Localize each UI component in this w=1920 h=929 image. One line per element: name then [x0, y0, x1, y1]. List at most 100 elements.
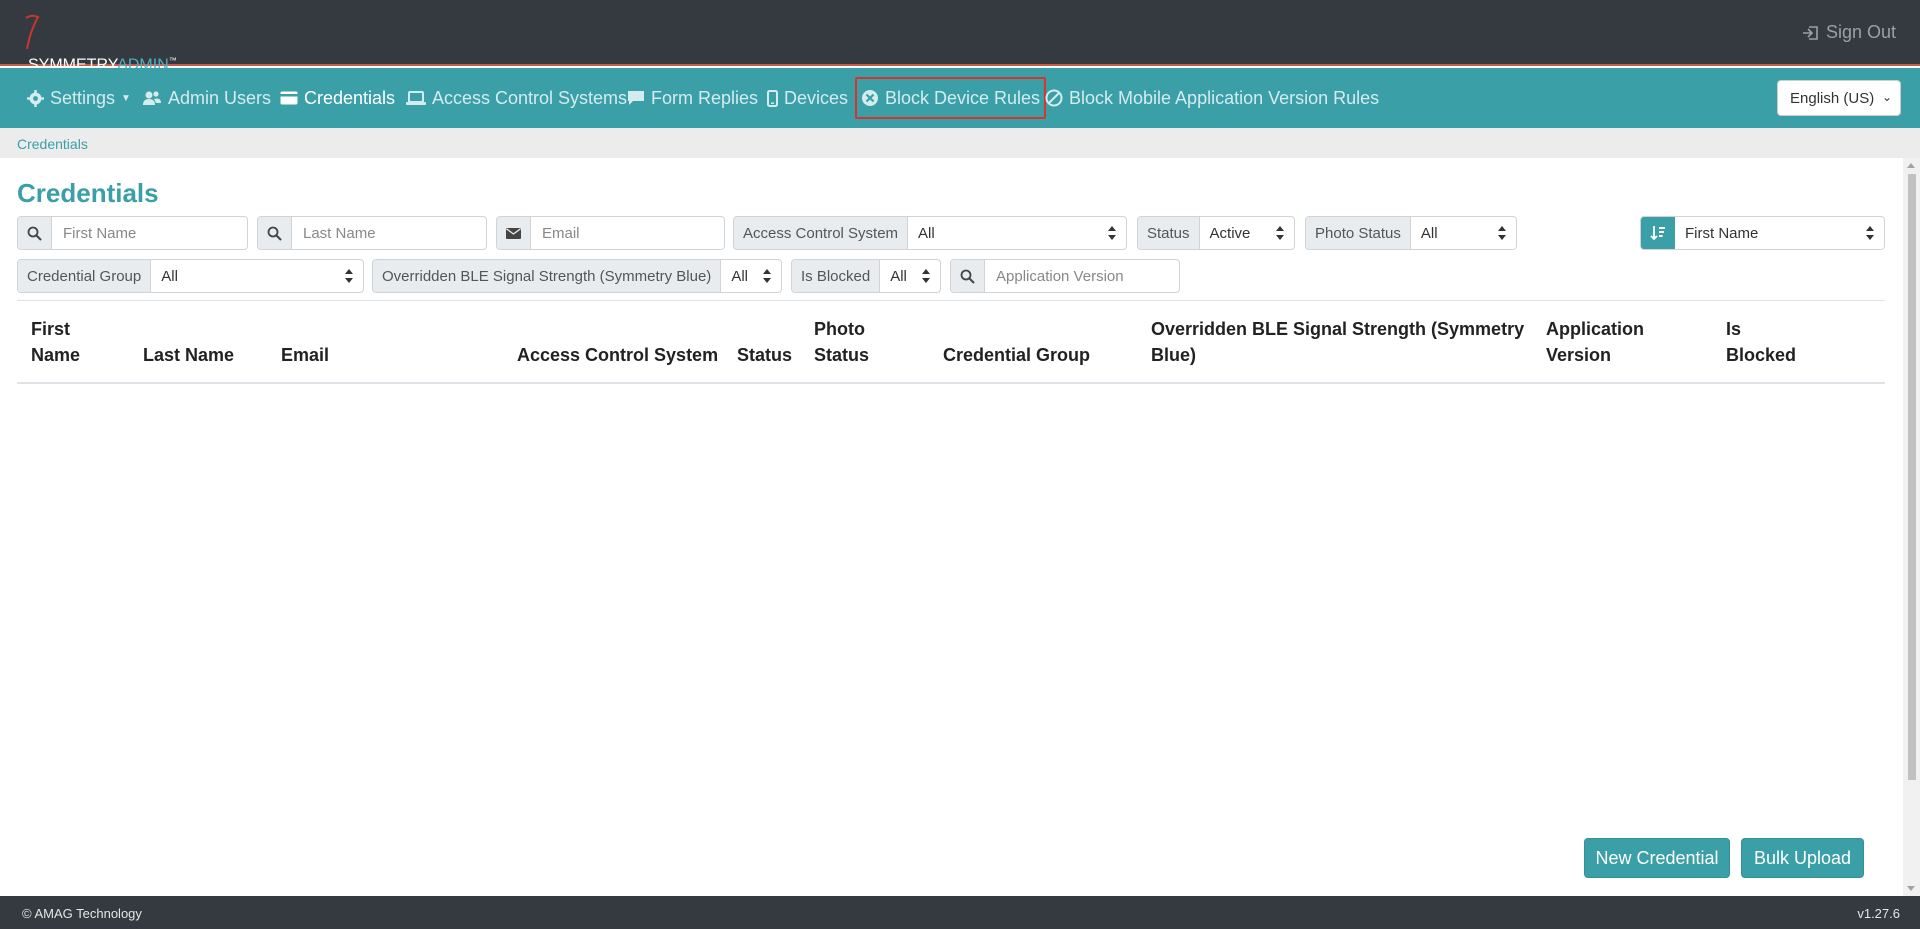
sort-carets-icon	[1866, 226, 1874, 240]
sort-carets-icon	[1108, 226, 1116, 240]
sign-out-label: Sign Out	[1825, 22, 1896, 42]
column-photo-status[interactable]: Photo Status	[814, 316, 869, 368]
nav-block-device-rules[interactable]: Block Device Rules	[855, 77, 1047, 119]
is-blocked-label: Is Blocked	[792, 260, 881, 292]
nav-admin-users-label: Admin Users	[168, 87, 272, 108]
gear-icon	[27, 89, 44, 107]
footer-copyright: © AMAG Technology	[22, 906, 142, 921]
nav-access-control-systems[interactable]: Access Control Systems	[406, 68, 627, 128]
column-ble-signal[interactable]: Overridden BLE Signal Strength (Symmetry…	[1151, 316, 1524, 368]
sign-out-link[interactable]: Sign Out	[1802, 22, 1896, 43]
credential-group-filter: Credential Group All	[17, 259, 364, 293]
column-access-control-system[interactable]: Access Control System	[517, 342, 718, 368]
nav-admin-users[interactable]: Admin Users	[142, 68, 271, 128]
chevron-down-icon: ▼	[121, 92, 131, 104]
is-blocked-filter: Is Blocked All	[791, 259, 941, 293]
nav-devices-label: Devices	[784, 87, 849, 108]
bulk-upload-button[interactable]: Bulk Upload	[1741, 838, 1864, 878]
mobile-icon	[767, 89, 778, 107]
sort-carets-icon	[1276, 226, 1284, 240]
language-select-value: English (US)	[1790, 89, 1875, 107]
application-version-filter: Application Version	[950, 259, 1180, 293]
credential-group-select[interactable]: All	[151, 260, 363, 292]
ble-signal-value: All	[731, 267, 748, 285]
chevron-down-icon: ⌄	[1881, 90, 1892, 104]
first-name-filter: First Name	[17, 216, 248, 250]
scroll-up-arrow[interactable]	[1907, 163, 1915, 168]
sort-by-filter: First Name	[1640, 216, 1885, 250]
nav-block-mobile-app-version-rules[interactable]: Block Mobile Application Version Rules	[1045, 68, 1379, 128]
access-control-system-select[interactable]: All	[908, 217, 1126, 249]
page-scrollbar[interactable]	[1903, 158, 1920, 896]
users-icon	[143, 91, 161, 105]
times-circle-icon	[862, 90, 878, 106]
envelope-icon	[497, 217, 531, 249]
nav-credentials-label: Credentials	[304, 87, 396, 108]
credentials-table-header: First Name Last Name Email Access Control…	[17, 300, 1885, 384]
column-last-name[interactable]: Last Name	[143, 342, 234, 368]
photo-status-filter: Photo Status All	[1305, 216, 1517, 250]
logo-trademark: ™	[168, 55, 177, 65]
id-card-icon	[280, 91, 298, 105]
email-filter: Email	[496, 216, 725, 250]
photo-status-label: Photo Status	[1306, 217, 1411, 249]
status-value: Active	[1209, 224, 1251, 242]
column-is-blocked[interactable]: Is Blocked	[1726, 316, 1796, 368]
email-input[interactable]: Email	[531, 217, 724, 249]
credential-group-value: All	[161, 267, 178, 285]
column-application-version[interactable]: Application Version	[1546, 316, 1644, 368]
status-filter: Status Active	[1137, 216, 1295, 250]
language-select[interactable]: English (US) ⌄	[1777, 80, 1901, 116]
new-credential-button[interactable]: New Credential	[1584, 838, 1730, 878]
credential-group-label: Credential Group	[18, 260, 152, 292]
ble-signal-filter: Overridden BLE Signal Strength (Symmetry…	[372, 259, 782, 293]
sort-by-select[interactable]: First Name	[1675, 217, 1884, 249]
symmetry-admin-logo[interactable]: SYMMETRYADMIN™	[22, 14, 177, 73]
scroll-thumb[interactable]	[1908, 174, 1916, 780]
search-icon	[951, 260, 985, 292]
comment-icon	[628, 91, 644, 105]
nav-form-replies-label: Form Replies	[651, 87, 759, 108]
search-icon	[18, 217, 52, 249]
column-email[interactable]: Email	[281, 342, 329, 368]
is-blocked-value: All	[890, 267, 907, 285]
sort-carets-icon	[1498, 226, 1506, 240]
nav-settings[interactable]: Settings ▼	[27, 68, 131, 128]
last-name-input[interactable]: Last Name	[292, 217, 486, 249]
sort-carets-icon	[763, 269, 771, 283]
nav-block-device-rules-label: Block Device Rules	[885, 87, 1041, 108]
nav-settings-label: Settings	[50, 87, 116, 108]
access-control-system-value: All	[918, 224, 935, 242]
column-status[interactable]: Status	[737, 342, 792, 368]
photo-status-select[interactable]: All	[1411, 217, 1516, 249]
logo-mark-icon	[25, 14, 40, 50]
nav-credentials[interactable]: Credentials	[280, 68, 395, 128]
is-blocked-select[interactable]: All	[880, 260, 940, 292]
top-bar: SYMMETRYADMIN™ Sign Out	[0, 0, 1920, 73]
laptop-icon	[406, 90, 426, 105]
last-name-filter: Last Name	[257, 216, 487, 250]
nav-access-control-systems-label: Access Control Systems	[432, 87, 628, 108]
sign-out-icon	[1802, 25, 1818, 40]
sort-amount-down-icon[interactable]	[1641, 217, 1675, 249]
breadcrumb: Credentials	[0, 128, 1920, 158]
nav-form-replies[interactable]: Form Replies	[627, 68, 758, 128]
status-label: Status	[1138, 217, 1200, 249]
access-control-system-label: Access Control System	[734, 217, 909, 249]
nav-block-mobile-app-version-rules-label: Block Mobile Application Version Rules	[1069, 87, 1380, 108]
main-navbar: Settings ▼ Admin Users Credentials Acces…	[0, 68, 1920, 128]
scroll-down-arrow[interactable]	[1907, 886, 1915, 891]
breadcrumb-credentials[interactable]: Credentials	[17, 136, 88, 152]
nav-devices[interactable]: Devices	[767, 68, 848, 128]
column-first-name[interactable]: First Name	[31, 316, 80, 368]
column-credential-group[interactable]: Credential Group	[943, 342, 1090, 368]
main-content: Credentials First Name Last Name Email A…	[0, 158, 1920, 896]
ble-signal-select[interactable]: All	[721, 260, 781, 292]
application-version-input[interactable]: Application Version	[985, 260, 1179, 292]
footer-version: v1.27.6	[1857, 906, 1900, 921]
first-name-input[interactable]: First Name	[52, 217, 247, 249]
sort-carets-icon	[345, 269, 353, 283]
status-select[interactable]: Active	[1200, 217, 1294, 249]
ban-icon	[1045, 89, 1063, 107]
page-title: Credentials	[17, 178, 159, 208]
